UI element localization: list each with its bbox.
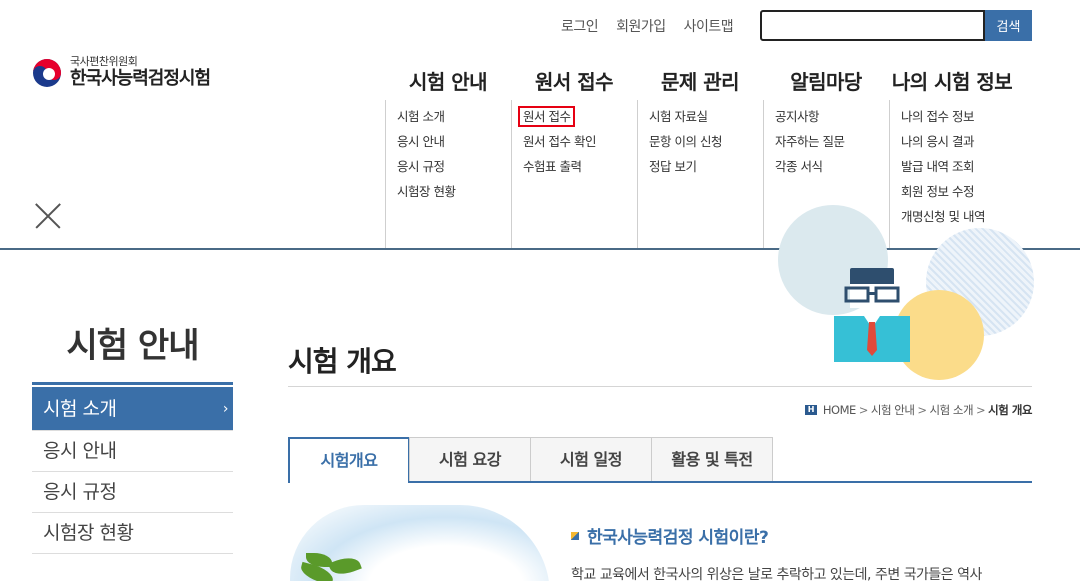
tab-benefits[interactable]: 활용 및 특전 [651,437,773,481]
title-divider [288,386,1032,387]
logo-subtitle: 국사편찬위원회 [70,55,138,68]
logo-title: 한국사능력검정시험 [70,68,211,89]
gnb-item[interactable]: 응시 안내 [397,133,511,158]
logo-text: 국사편찬위원회 한국사능력검정시험 [70,55,211,90]
section-title-text: 한국사능력검정 시험이란? [587,528,769,548]
gnb-item[interactable]: 공지사항 [775,108,889,133]
gnb-item[interactable]: 발급 내역 조회 [901,158,1015,183]
breadcrumb-item[interactable]: 시험 안내 [871,402,915,418]
section-body: 학교 교육에서 한국사의 위상은 날로 추락하고 있는데, 주변 국가들은 역사 [571,567,982,581]
join-link[interactable]: 회원가입 [616,16,666,36]
search-box: 검색 [760,10,1032,41]
gnb-item[interactable]: 수험표 출력 [523,158,637,183]
lnb-title: 시험 안내 [66,326,200,366]
gnb-submenu: 시험 자료실 문항 이의 신청 정답 보기 [637,100,763,249]
breadcrumb-separator: > [976,403,986,417]
lnb-item[interactable]: 응시 안내 [32,431,233,472]
breadcrumb-current: 시험 개요 [988,403,1032,417]
lnb-item[interactable]: 시험장 현황 [32,513,233,554]
gnb-col-my-info: 나의 시험 정보 나의 접수 정보 나의 응시 결과 발급 내역 조회 회원 정… [889,66,1015,249]
breadcrumb-separator: > [858,403,869,417]
gnb-title[interactable]: 나의 시험 정보 [889,66,1015,96]
home-icon: H [804,405,817,415]
content-tabs: 시험개요 시험 요강 시험 일정 활용 및 특전 [288,437,1032,483]
section-title: 한국사능력검정 시험이란? [571,523,769,548]
search-input[interactable] [760,10,985,41]
gnb-title[interactable]: 원서 접수 [511,66,637,96]
taegeuk-logo-icon [33,58,61,87]
gnb-submenu: 원서 접수 원서 접수 확인 수험표 출력 [511,100,637,249]
cloud-illustration [290,505,550,581]
lnb-item-active[interactable]: 시험 소개 › [32,387,233,431]
gnb-submenu: 시험 소개 응시 안내 응시 규정 시험장 현황 [385,100,511,249]
page-title: 시험 개요 [288,345,397,378]
tab-overview[interactable]: 시험개요 [288,437,410,483]
login-link[interactable]: 로그인 [561,16,599,36]
gnb-submenu: 나의 접수 정보 나의 응시 결과 발급 내역 조회 회원 정보 수정 개명신청… [889,100,1015,249]
gnb-item[interactable]: 문항 이의 신청 [649,133,763,158]
lnb-item[interactable]: 응시 규정 [32,472,233,513]
breadcrumb-item[interactable]: 시험 소개 [930,402,974,418]
gnb-item[interactable]: 응시 규정 [397,158,511,183]
gnb-title[interactable]: 문제 관리 [637,66,763,96]
gnb-col-questions: 문제 관리 시험 자료실 문항 이의 신청 정답 보기 [637,66,763,249]
breadcrumb-separator: > [917,403,927,417]
lnb-item-label: 시험 소개 [43,398,117,420]
gnb-col-application: 원서 접수 원서 접수 원서 접수 확인 수험표 출력 [511,66,637,249]
gnb-item[interactable]: 나의 접수 정보 [901,108,1015,133]
gnb-item-highlighted[interactable]: 원서 접수 [518,106,576,127]
person-illustration-icon [834,268,910,362]
gnb-item[interactable]: 시험 자료실 [649,108,763,133]
gnb-item[interactable]: 시험장 현황 [397,183,511,208]
breadcrumb-item[interactable]: HOME [823,403,856,417]
gnb-item[interactable]: 회원 정보 수정 [901,183,1015,208]
gnb-item: 원서 접수 [518,106,637,133]
gnb-item[interactable]: 각종 서식 [775,158,889,183]
site-logo[interactable]: 국사편찬위원회 한국사능력검정시험 [32,55,211,90]
gnb-title[interactable]: 알림마당 [763,66,889,96]
breadcrumb: H HOME > 시험 안내 > 시험 소개 > 시험 개요 [789,402,1032,418]
tab-schedule[interactable]: 시험 일정 [530,437,652,481]
chevron-right-icon: › [222,401,229,417]
gnb-item[interactable]: 원서 접수 확인 [523,133,637,158]
lnb-menu: 시험 소개 › 응시 안내 응시 규정 시험장 현황 [32,382,233,554]
gnb-col-exam-guide: 시험 안내 시험 소개 응시 안내 응시 규정 시험장 현황 [385,66,511,249]
bullet-icon [571,531,579,540]
tab-guidelines[interactable]: 시험 요강 [409,437,531,481]
close-menu-icon[interactable] [34,202,61,229]
global-nav: 시험 안내 시험 소개 응시 안내 응시 규정 시험장 현황 원서 접수 원서 … [385,66,1032,249]
sitemap-link[interactable]: 사이트맵 [684,16,734,36]
menu-divider [0,248,1080,250]
gnb-title[interactable]: 시험 안내 [385,66,511,96]
gnb-item[interactable]: 정답 보기 [649,158,763,183]
gnb-item[interactable]: 나의 응시 결과 [901,133,1015,158]
utility-nav: 로그인 회원가입 사이트맵 [561,16,734,36]
search-button[interactable]: 검색 [985,10,1032,41]
gnb-item[interactable]: 시험 소개 [397,108,511,133]
gnb-item[interactable]: 개명신청 및 내역 [901,208,1015,233]
gnb-item[interactable]: 자주하는 질문 [775,133,889,158]
